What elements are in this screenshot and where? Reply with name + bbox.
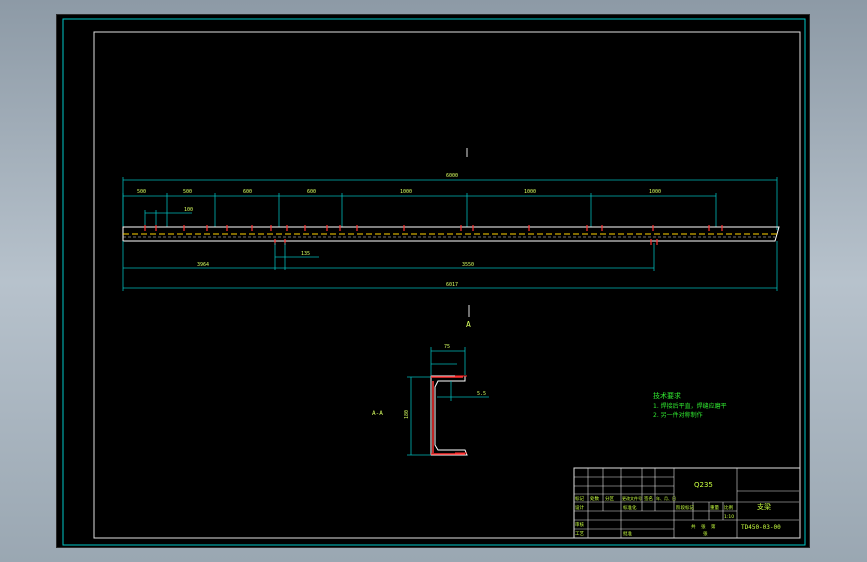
weight-label: 重量 — [710, 504, 719, 511]
channel-hatch — [431, 376, 465, 455]
sheet-no-label: 第 — [711, 523, 716, 530]
notes-item-2: 2. 另一件对称制作 — [653, 411, 703, 419]
cad-drawing[interactable]: A 6000 500 500 600 600 1000 1000 1000 10… — [57, 15, 811, 549]
approve-review: 审核 — [575, 521, 584, 528]
title-block[interactable]: Q235 支梁 TD450-03-00 标记 处数 分区 更改文件号 签名 年、… — [573, 467, 801, 539]
rev-label-1: 标记 — [575, 495, 584, 502]
title-material: Q235 — [694, 481, 713, 489]
hole-marks — [144, 225, 723, 245]
dim-segment-5: 1000 — [400, 189, 412, 195]
notes-item-1: 1. 焊接后平直，焊缝应磨平 — [653, 402, 727, 410]
dim-lower-right-text: 3550 — [462, 262, 474, 268]
dim-section-width-text: 75 — [444, 344, 450, 350]
sheet-total-label: 共 — [691, 523, 696, 530]
dim-segment-2: 500 — [183, 189, 192, 195]
approve-design: 设计 — [575, 504, 584, 511]
dim-overall-top-text: 6000 — [446, 173, 458, 179]
dim-segment-7: 1000 — [649, 189, 661, 195]
drawing-viewport[interactable]: A 6000 500 500 600 600 1000 1000 1000 10… — [56, 14, 810, 548]
sheet-total-unit: 张 — [701, 523, 706, 530]
rev-label-6: 年、月、日 — [656, 495, 676, 501]
technical-notes: 技术要求 1. 焊接后平直，焊缝应磨平 2. 另一件对称制作 — [653, 391, 727, 419]
dim-segment-4: 600 — [307, 189, 316, 195]
dim-hole-gap-text: 135 — [301, 251, 310, 257]
section-view[interactable]: A-A 75 180 5.5 — [372, 344, 489, 456]
scale-value: 1:10 — [724, 514, 734, 520]
title-part-name: 支梁 — [757, 502, 771, 511]
rev-label-3: 分区 — [605, 495, 614, 502]
dim-segment-1: 500 — [137, 189, 146, 195]
dim-overall-bottom-text: 6017 — [446, 282, 458, 288]
segment-ticks — [122, 193, 717, 227]
section-marker: A — [466, 320, 471, 329]
approve-process: 工艺 — [575, 531, 584, 537]
approve-approve: 批准 — [623, 530, 632, 537]
scale-label: 比例 — [724, 504, 733, 511]
channel-profile[interactable] — [430, 375, 468, 456]
approve-standard: 标准化 — [623, 504, 637, 511]
dim-segment-3: 600 — [243, 189, 252, 195]
dim-thickness-text: 5.5 — [477, 391, 486, 397]
section-label: A-A — [372, 410, 383, 417]
dim-lower-left-text: 3964 — [197, 262, 209, 268]
sheet-no-unit: 张 — [703, 530, 708, 537]
main-beam-view[interactable]: A 6000 500 500 600 600 1000 1000 1000 10… — [122, 148, 780, 329]
rev-label-4: 更改文件号 — [622, 495, 642, 501]
dim-section-height-text: 180 — [404, 410, 410, 419]
rev-label-2: 处数 — [590, 495, 599, 502]
notes-title: 技术要求 — [653, 391, 681, 400]
title-drawing-no: TD450-03-00 — [741, 524, 781, 531]
stage-label: 阶段标记 — [676, 504, 694, 511]
dim-hole-pitch-text: 100 — [184, 207, 193, 213]
outer-frame — [62, 18, 806, 546]
rev-label-5: 签名 — [644, 495, 653, 502]
dim-segment-6: 1000 — [524, 189, 536, 195]
